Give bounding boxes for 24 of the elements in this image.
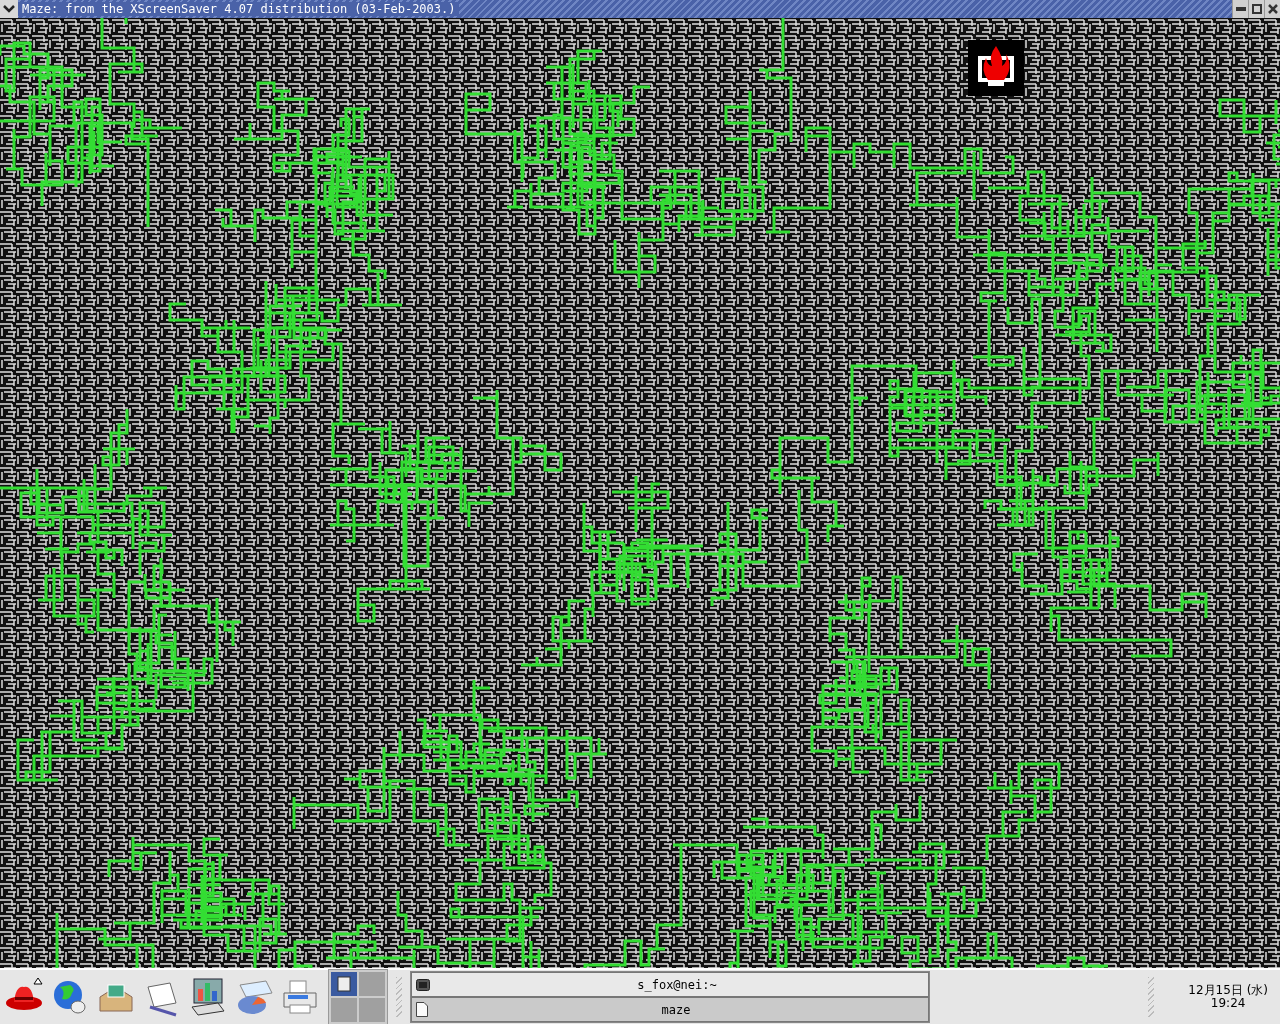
- terminal-icon: [416, 978, 430, 991]
- maximize-button[interactable]: [1248, 0, 1264, 18]
- flame-monitor-icon: [968, 40, 1024, 96]
- time-label: 19:24: [1210, 997, 1246, 1010]
- taskbar-button[interactable]: s_fox@nei:~: [411, 972, 929, 997]
- bar-chart-icon[interactable]: [188, 977, 228, 1017]
- workspace-cell[interactable]: [331, 998, 357, 1022]
- window-title: Maze: from the XScreenSaver 4.07 distribution (03-Feb-2003.): [18, 2, 460, 16]
- document-icon: [416, 1002, 428, 1017]
- minimize-icon: [1235, 7, 1246, 11]
- window-thumbnail-icon: [337, 976, 351, 992]
- close-icon: [1267, 4, 1278, 14]
- printer-icon[interactable]: [280, 977, 320, 1017]
- workspace-cell[interactable]: [359, 998, 385, 1022]
- taskbar-button[interactable]: maze: [411, 997, 929, 1022]
- maximize-icon: [1251, 4, 1262, 14]
- workspace-cell[interactable]: [359, 972, 385, 996]
- date-label: 12月15日 (水): [1188, 984, 1268, 997]
- clock[interactable]: 12月15日 (水) 19:24: [1188, 984, 1268, 1010]
- close-button[interactable]: [1264, 0, 1280, 18]
- minimize-button[interactable]: [1232, 0, 1248, 18]
- workspace-cell[interactable]: [331, 972, 357, 996]
- chevron-down-icon: [3, 5, 15, 13]
- window-menu-button[interactable]: [0, 0, 18, 18]
